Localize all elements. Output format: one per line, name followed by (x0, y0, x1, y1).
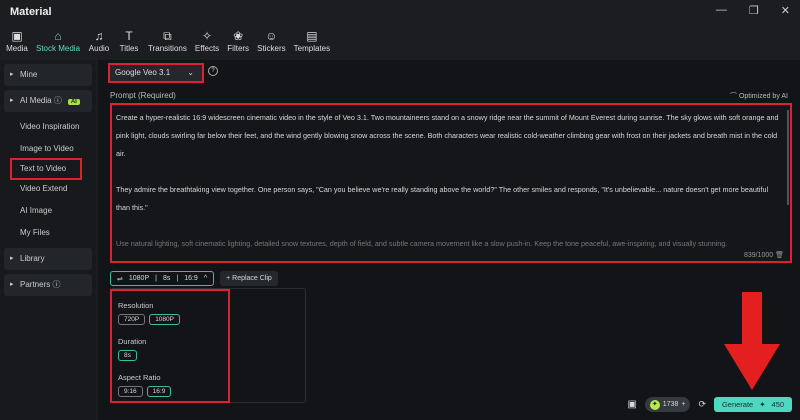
tab-titles[interactable]: T Titles (118, 28, 140, 53)
tab-label: Audio (88, 44, 110, 53)
resolution-label: Resolution (118, 301, 154, 310)
prompt-paragraph: They admire the breathtaking view togeth… (116, 185, 769, 212)
tab-transitions[interactable]: ⧉ Transitions (148, 28, 187, 53)
sidebar: Mine AI Media ⓘ AI Video Inspiration Imag… (0, 60, 96, 420)
stickers-icon: ☺ (265, 29, 278, 43)
settings-panel: Resolution 720P 1080P Duration 8s Aspect … (110, 289, 230, 403)
chip-ratio: 16:9 (184, 275, 198, 282)
char-count-value: 839/1000 (743, 252, 774, 259)
sidebar-item-my-files[interactable]: My Files (0, 222, 96, 244)
tab-media[interactable]: ▣ Media (6, 28, 28, 53)
tab-label: Titles (119, 44, 139, 53)
generate-cost: 450 (771, 400, 785, 409)
prompt-paragraph: Use natural lighting, soft cinematic lig… (116, 239, 728, 248)
sidebar-item-text-to-video[interactable]: Text to Video (10, 158, 82, 180)
chip-duration: 8s (162, 275, 171, 282)
prompt-scrollbar[interactable] (787, 110, 789, 205)
transitions-icon: ⧉ (163, 29, 172, 43)
aspect-ratio-label: Aspect Ratio (118, 373, 161, 382)
tab-label: Stock Media (36, 44, 81, 53)
filters-icon: ❀ (233, 29, 244, 43)
tab-label: Transitions (148, 44, 187, 53)
templates-icon: ▤ (306, 29, 318, 43)
sidebar-item-image-to-video[interactable]: Image to Video (0, 138, 96, 160)
model-select[interactable]: Google Veo 3.1 ⌄ (108, 63, 204, 83)
chevron-down-icon: ⌄ (187, 68, 194, 77)
resolution-720p[interactable]: 720P (118, 314, 146, 325)
close-button[interactable]: ✕ (781, 4, 790, 17)
refresh-icon[interactable]: ⟳ (698, 399, 706, 410)
tab-templates[interactable]: ▤ Templates (294, 28, 330, 53)
duration-8s[interactable]: 8s (118, 350, 137, 361)
sparkle-icon: ✦ (759, 400, 766, 409)
sidebar-group-library[interactable]: Library (4, 248, 92, 270)
model-value: Google Veo 3.1 (115, 68, 171, 77)
ai-badge: AI (67, 99, 80, 105)
ratio-16-9[interactable]: 16:9 (146, 386, 172, 397)
help-icon: ⓘ (53, 96, 62, 105)
sidebar-group-ai-media[interactable]: AI Media ⓘ AI (4, 90, 92, 112)
sidebar-item-video-inspiration[interactable]: Video Inspiration (0, 116, 96, 138)
minimize-button[interactable]: — (716, 4, 727, 17)
settings-toggle-chip[interactable]: ⇌ 1080P | 8s | 16:9 ^ (110, 271, 215, 286)
partners-label: Partners (20, 280, 51, 289)
restore-button[interactable]: ❐ (749, 4, 759, 17)
tab-label: Media (6, 44, 28, 53)
sidebar-item-video-extend[interactable]: Video Extend (0, 178, 96, 200)
credits-badge[interactable]: ✦ 1738 + (644, 397, 691, 412)
optimized-label: Optimized by AI (738, 93, 788, 100)
main-panel: Google Veo 3.1 ⌄ ? Prompt (Required) ⌒ Op… (98, 60, 800, 420)
ai-media-label: AI Media (20, 96, 52, 105)
prompt-paragraph: Create a hyper-realistic 16:9 widescreen… (116, 113, 779, 158)
prompt-textarea[interactable]: Create a hyper-realistic 16:9 widescreen… (110, 103, 792, 263)
category-tabs: ▣ Media ⌂ Stock Media ♫ Audio T Titles ⧉ Tran… (6, 28, 330, 53)
tab-label: Filters (227, 44, 250, 53)
chip-resolution: 1080P (128, 275, 150, 282)
plus-icon: + (681, 401, 686, 408)
credits-value: 1738 (662, 401, 679, 408)
ai-image-icon[interactable]: ▣ (627, 399, 636, 410)
tab-audio[interactable]: ♫ Audio (88, 28, 110, 53)
ratio-9-16[interactable]: 9:16 (118, 386, 143, 397)
tab-filters[interactable]: ❀ Filters (227, 28, 249, 53)
replace-clip-button[interactable]: + Replace Clip (220, 271, 278, 286)
tab-effects[interactable]: ✧ Effects (195, 28, 219, 53)
credit-coin-icon: ✦ (649, 399, 660, 410)
sidebar-item-ai-image[interactable]: AI Image (0, 200, 96, 222)
red-arrow-annotation (724, 292, 780, 390)
titles-icon: T (125, 29, 133, 43)
resolution-1080p[interactable]: 1080P (149, 314, 180, 325)
audio-icon: ♫ (94, 29, 104, 43)
sliders-icon: ⇌ (117, 275, 123, 283)
help-icon[interactable]: ? (208, 66, 218, 76)
window-title: Material (10, 6, 52, 18)
tab-stock-media[interactable]: ⌂ Stock Media (36, 28, 80, 53)
chevron-up-icon: ^ (203, 275, 208, 282)
optimized-by-ai: ⌒ Optimized by AI (730, 91, 788, 101)
sidebar-group-mine[interactable]: Mine (4, 64, 92, 86)
ai-optimize-icon: ⌒ (730, 93, 739, 100)
char-count: 839/1000 🗑 (744, 251, 784, 259)
tab-label: Effects (194, 44, 220, 53)
duration-label: Duration (118, 337, 147, 346)
tab-stickers[interactable]: ☺ Stickers (257, 28, 285, 53)
stock-media-icon: ⌂ (54, 29, 62, 43)
effects-icon: ✧ (201, 29, 213, 43)
generate-label: Generate (721, 400, 754, 409)
prompt-label: Prompt (Required) (110, 91, 176, 100)
tab-label: Templates (293, 44, 331, 53)
trash-icon[interactable]: 🗑 (775, 252, 784, 259)
generate-button[interactable]: Generate ✦ 450 (714, 397, 792, 412)
media-icon: ▣ (11, 29, 23, 43)
tab-label: Stickers (257, 44, 286, 53)
sidebar-group-partners[interactable]: Partners ⓘ (4, 274, 92, 296)
help-icon: ⓘ (52, 280, 61, 289)
